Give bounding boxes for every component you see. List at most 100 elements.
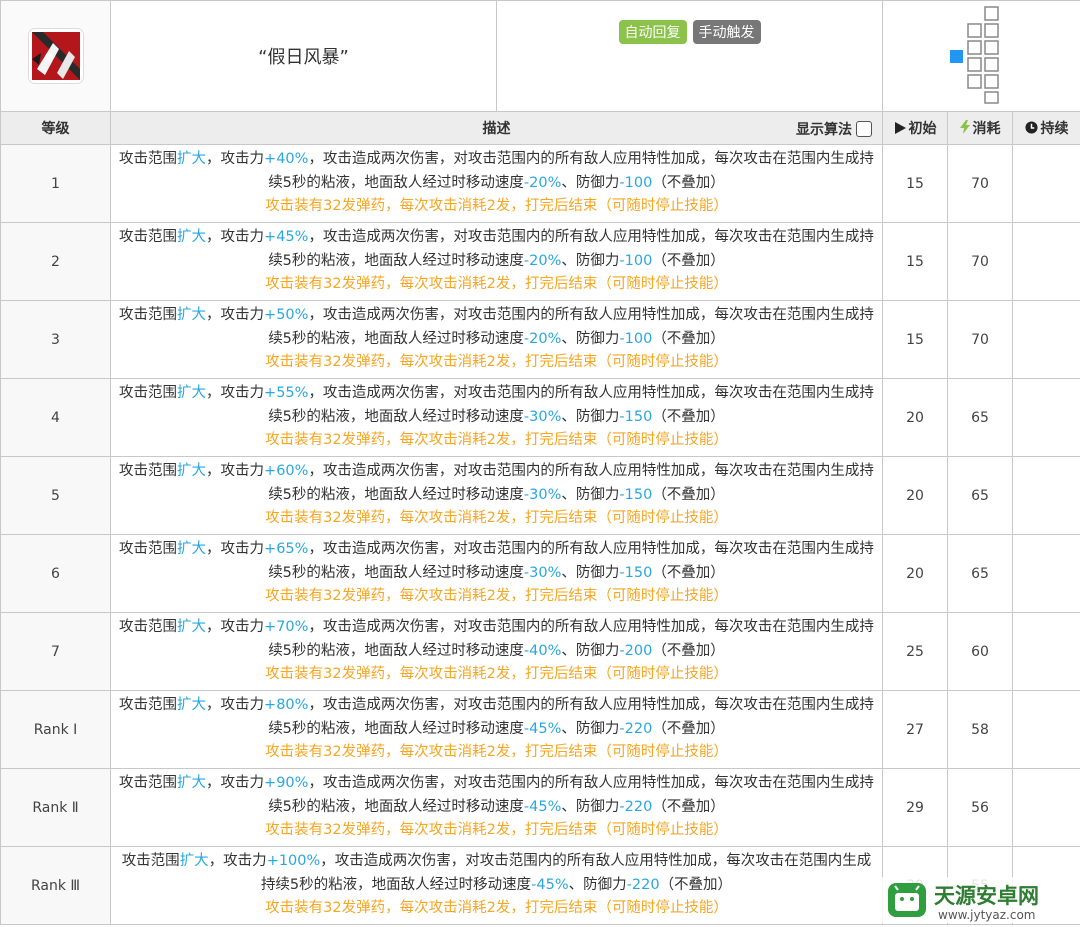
- level-header: 等级: [0, 111, 111, 145]
- desc-text: 攻击范围: [121, 853, 180, 870]
- skill-name: “假日风暴”: [110, 0, 497, 112]
- sp-cost-value: 70: [947, 144, 1013, 223]
- level-value: Rank Ⅱ: [0, 768, 111, 847]
- speed-reduction: -20%: [523, 252, 562, 269]
- def-reduction: -200: [619, 642, 653, 659]
- ammo-note: 攻击装有32发弹药，每次攻击消耗2发，打完后结束（可随时停止技能）: [265, 354, 728, 371]
- duration-value: [1011, 534, 1080, 613]
- desc-text: ，攻击力: [206, 619, 265, 636]
- def-reduction: -150: [619, 408, 653, 425]
- range-expand-text: 扩大: [177, 385, 207, 402]
- desc-text: 、防御力: [561, 174, 620, 191]
- level-value: 4: [0, 378, 111, 457]
- atk-bonus: +40%: [264, 151, 309, 168]
- skill-icon: [28, 29, 83, 83]
- duration-value: [1011, 456, 1080, 535]
- initial-sp-value: 20: [882, 456, 948, 535]
- initial-sp-label: 初始: [908, 121, 937, 137]
- duration-value: [1011, 222, 1080, 301]
- desc-text: 攻击范围: [119, 229, 178, 246]
- initial-sp-value: 20: [882, 378, 948, 457]
- duration-value: [1011, 690, 1080, 769]
- show-formula-toggle[interactable]: 显示算法: [796, 119, 872, 139]
- speed-reduction: -30%: [523, 408, 562, 425]
- desc-text: 攻击范围: [119, 619, 178, 636]
- desc-text: （不叠加）: [652, 486, 725, 503]
- watermark: 天源安卓网 www.jytyaz.com: [880, 877, 1076, 923]
- def-reduction: -100: [619, 252, 653, 269]
- level-value: 2: [0, 222, 111, 301]
- sp-cost-value: 70: [947, 222, 1013, 301]
- speed-reduction: -20%: [523, 330, 562, 347]
- clock-icon: [1024, 121, 1038, 134]
- def-reduction: -150: [619, 486, 653, 503]
- sp-cost-value: 70: [947, 300, 1013, 379]
- range-expand-text: 扩大: [177, 307, 207, 324]
- range-expand-text: 扩大: [177, 775, 207, 792]
- attack-range-cell: [881, 0, 1080, 112]
- ammo-note: 攻击装有32发弹药，每次攻击消耗2发，打完后结束（可随时停止技能）: [265, 432, 728, 449]
- ammo-note: 攻击装有32发弹药，每次攻击消耗2发，打完后结束（可随时停止技能）: [265, 276, 728, 293]
- attack-range-grid: [949, 6, 999, 104]
- def-reduction: -100: [619, 174, 653, 191]
- initial-sp-value: 15: [882, 222, 948, 301]
- sp-cost-header: 消耗: [947, 111, 1013, 145]
- show-formula-label: 显示算法: [796, 122, 852, 138]
- level-value: Rank Ⅰ: [0, 690, 111, 769]
- def-reduction: -220: [619, 720, 653, 737]
- column-header-row: 等级 描述 显示算法 初始 消耗 持续: [0, 111, 1080, 145]
- desc-text: 、防御力: [561, 486, 620, 503]
- speed-reduction: -45%: [531, 876, 569, 893]
- desc-text: ，攻击力: [206, 307, 265, 324]
- def-reduction: -100: [619, 330, 653, 347]
- duration-header: 持续: [1011, 111, 1080, 145]
- level-row: 4 攻击范围扩大，攻击力+55%，攻击造成两次伤害，对攻击范围内的所有敌人应用特性…: [0, 378, 1080, 457]
- desc-text: （不叠加）: [652, 252, 725, 269]
- desc-text: （不叠加）: [652, 720, 725, 737]
- duration-value: [1011, 378, 1080, 457]
- desc-text: 攻击范围: [119, 697, 178, 714]
- desc-text: 、防御力: [561, 798, 620, 815]
- show-formula-checkbox[interactable]: [856, 121, 872, 137]
- desc-text: 、防御力: [561, 564, 620, 581]
- range-expand-text: 扩大: [177, 151, 207, 168]
- lightning-icon: [959, 120, 970, 134]
- sp-cost-value: 65: [947, 456, 1013, 535]
- level-row: 6 攻击范围扩大，攻击力+65%，攻击造成两次伤害，对攻击范围内的所有敌人应用特性…: [0, 534, 1080, 613]
- desc-text: 、防御力: [561, 330, 620, 347]
- level-description: 攻击范围扩大，攻击力+45%，攻击造成两次伤害，对攻击范围内的所有敌人应用特性加…: [110, 222, 883, 301]
- speed-reduction: -40%: [523, 642, 562, 659]
- skill-tags: 自动回复 手动触发: [496, 0, 883, 112]
- sp-cost-label: 消耗: [972, 121, 1001, 137]
- speed-reduction: -30%: [523, 564, 562, 581]
- desc-text: 攻击范围: [119, 775, 178, 792]
- desc-text: 攻击范围: [119, 463, 178, 480]
- desc-text: ，攻击力: [206, 541, 265, 558]
- level-row: 7 攻击范围扩大，攻击力+70%，攻击造成两次伤害，对攻击范围内的所有敌人应用特性…: [0, 612, 1080, 691]
- level-row: Rank Ⅰ 攻击范围扩大，攻击力+80%，攻击造成两次伤害，对攻击范围内的所有敌…: [0, 690, 1080, 769]
- desc-text: （不叠加）: [652, 798, 725, 815]
- level-description: 攻击范围扩大，攻击力+60%，攻击造成两次伤害，对攻击范围内的所有敌人应用特性加…: [110, 456, 883, 535]
- skill-header-row: “假日风暴” 自动回复 手动触发: [0, 0, 1080, 112]
- range-expand-text: 扩大: [179, 853, 209, 870]
- desc-text: （不叠加）: [652, 564, 725, 581]
- desc-text: 攻击范围: [119, 307, 178, 324]
- ammo-note: 攻击装有32发弹药，每次攻击消耗2发，打完后结束（可随时停止技能）: [265, 588, 728, 605]
- desc-text: 、防御力: [561, 408, 620, 425]
- speed-reduction: -30%: [523, 486, 562, 503]
- level-value: 6: [0, 534, 111, 613]
- ammo-note: 攻击装有32发弹药，每次攻击消耗2发，打完后结束（可随时停止技能）: [265, 822, 728, 839]
- atk-bonus: +45%: [264, 229, 309, 246]
- level-description: 攻击范围扩大，攻击力+55%，攻击造成两次伤害，对攻击范围内的所有敌人应用特性加…: [110, 378, 883, 457]
- desc-text: （不叠加）: [652, 642, 725, 659]
- auto-recovery-tag: 自动回复: [618, 20, 687, 44]
- initial-sp-value: 27: [882, 690, 948, 769]
- level-value: 3: [0, 300, 111, 379]
- range-expand-text: 扩大: [177, 541, 207, 558]
- initial-sp-value: 25: [882, 612, 948, 691]
- level-description: 攻击范围扩大，攻击力+80%，攻击造成两次伤害，对攻击范围内的所有敌人应用特性加…: [110, 690, 883, 769]
- level-rows: 1 攻击范围扩大，攻击力+40%，攻击造成两次伤害，对攻击范围内的所有敌人应用特性…: [0, 144, 1080, 925]
- desc-text: ，攻击力: [206, 697, 265, 714]
- desc-text: ，攻击力: [206, 775, 265, 792]
- atk-bonus: +55%: [264, 385, 309, 402]
